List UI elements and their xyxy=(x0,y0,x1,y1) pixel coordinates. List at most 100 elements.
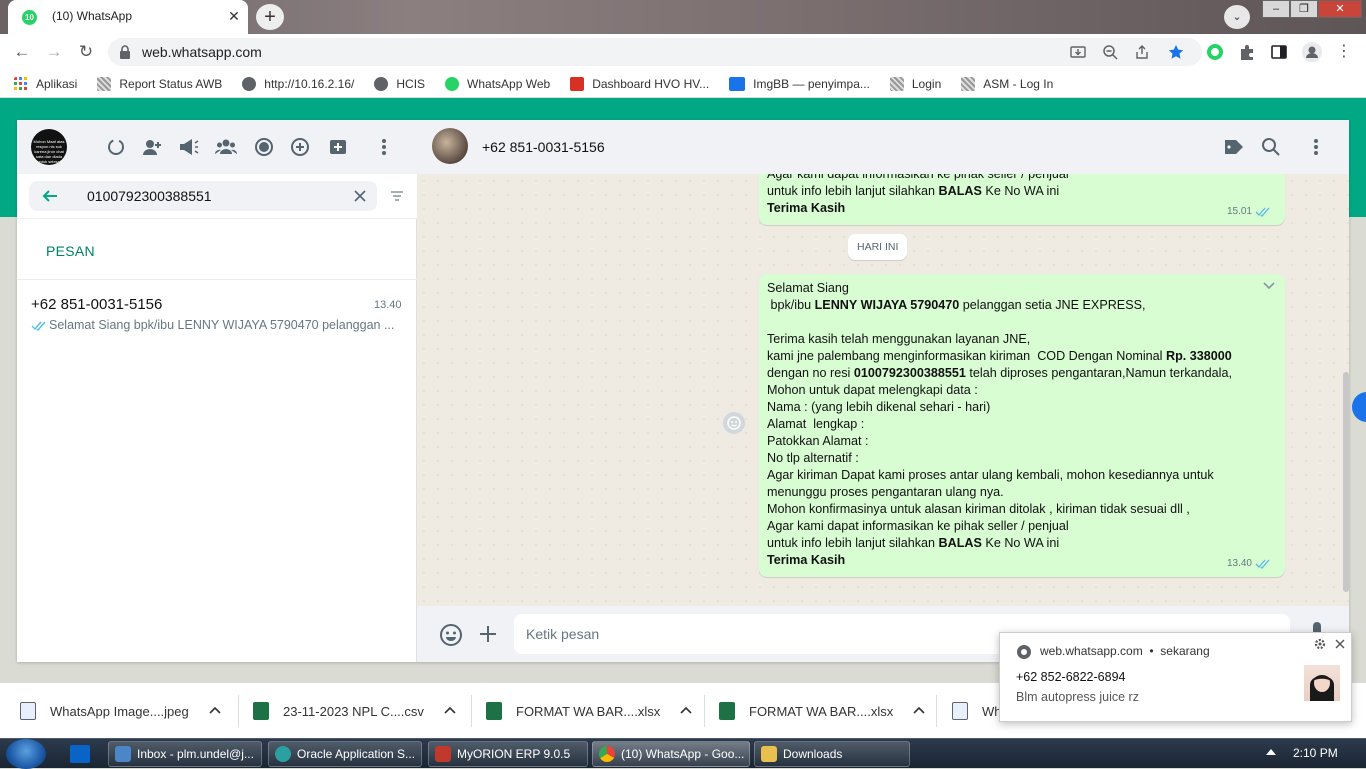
outgoing-message[interactable]: Selamat Siang bpk/ibu LENNY WIJAYA 57904… xyxy=(759,274,1285,577)
attach-plus-icon[interactable] xyxy=(479,625,497,643)
download-item[interactable]: WhatsApp Image....jpeg xyxy=(20,683,221,739)
bookmark-hcis[interactable]: HCIS xyxy=(374,76,425,91)
message-line: untuk info lebih lanjut silahkan BALAS K… xyxy=(767,184,1060,198)
apps-grid-icon xyxy=(14,76,27,90)
download-item[interactable]: 23-11-2023 NPL C....csv xyxy=(253,683,456,739)
add-contact-icon[interactable] xyxy=(141,136,163,158)
minimize-icon[interactable]: – xyxy=(1262,0,1290,18)
bookmark-ip-address[interactable]: http://10.16.2.16/ xyxy=(242,76,354,91)
chevron-up-icon[interactable] xyxy=(913,705,925,717)
chat-menu-icon[interactable] xyxy=(1305,136,1327,158)
browser-tab-strip: 10 (10) WhatsApp ✕ + ⌄ – ❐ ✕ xyxy=(0,0,1366,34)
outlook-pinned-icon[interactable] xyxy=(70,745,90,763)
bookmark-aplikasi[interactable]: Aplikasi xyxy=(14,76,77,91)
reload-icon[interactable]: ↻ xyxy=(76,42,96,62)
message-line: Mohon konfirmasinya untuk alasan kiriman… xyxy=(767,502,1190,516)
message-line: Selamat Siang xyxy=(767,281,849,295)
os-taskbar: Inbox - plm.undel@j... Oracle Applicatio… xyxy=(0,738,1366,769)
react-emoji-icon[interactable] xyxy=(723,412,745,434)
download-item[interactable]: FORMAT WA BAR....xlsx xyxy=(719,683,925,739)
broadcast-megaphone-icon[interactable] xyxy=(177,136,199,158)
taskbar-item-whatsapp-chrome[interactable]: (10) WhatsApp - Goo... xyxy=(592,741,750,767)
filter-icon[interactable] xyxy=(389,188,405,204)
search-value: 0100792300388551 xyxy=(87,188,212,204)
search-icon[interactable] xyxy=(1261,137,1281,157)
message-line: untuk info lebih lanjut silahkan BALAS K… xyxy=(767,536,1060,550)
taskbar-item-myorion[interactable]: MyORION ERP 9.0.5 xyxy=(428,741,588,767)
tab-search-chevron-icon[interactable]: ⌄ xyxy=(1224,5,1250,29)
contact-name[interactable]: +62 851-0031-5156 xyxy=(482,139,605,155)
result-contact-name: +62 851-0031-5156 xyxy=(31,296,163,313)
extensions-puzzle-icon[interactable] xyxy=(1238,43,1256,61)
browser-menu-icon[interactable]: ⋮ xyxy=(1334,42,1354,62)
bookmark-imgbb[interactable]: ImgBB — penyimpa... xyxy=(729,76,870,91)
image-file-icon xyxy=(20,702,36,720)
bookmark-whatsapp-web[interactable]: WhatsApp Web xyxy=(445,76,550,91)
contact-avatar[interactable] xyxy=(432,128,468,164)
taskbar-item-inbox[interactable]: Inbox - plm.undel@j... xyxy=(108,741,262,767)
message-line: Mohon untuk dapat melengkapi data : xyxy=(767,383,978,397)
chat-header[interactable]: +62 851-0031-5156 xyxy=(417,120,1349,174)
bookmark-star-icon[interactable] xyxy=(1168,44,1184,60)
whatsapp-extension-icon[interactable] xyxy=(1206,43,1224,61)
bookmark-login[interactable]: Login xyxy=(889,76,941,91)
taskbar-item-oracle[interactable]: Oracle Application S... xyxy=(268,741,422,767)
label-tag-icon[interactable] xyxy=(1223,136,1245,158)
chevron-up-icon[interactable] xyxy=(680,705,692,717)
communities-icon[interactable] xyxy=(215,136,237,158)
close-tab-icon[interactable]: ✕ xyxy=(226,8,242,24)
whatsapp-favicon-icon: 10 xyxy=(22,10,37,25)
bookmark-dashboard-hvo[interactable]: Dashboard HVO HV... xyxy=(570,76,709,91)
clear-search-icon[interactable] xyxy=(353,189,367,203)
sidebar-menu-icon[interactable] xyxy=(373,136,395,158)
chevron-up-icon[interactable] xyxy=(209,705,221,717)
download-item[interactable]: FORMAT WA BAR....xlsx xyxy=(486,683,692,739)
notification-settings-gear-icon[interactable] xyxy=(1314,638,1326,650)
install-app-icon[interactable] xyxy=(1070,44,1086,60)
share-icon[interactable] xyxy=(1134,44,1150,60)
message-line: menunggu proses pengantaran ulang nya. xyxy=(767,485,1004,499)
message-chevron-down-icon[interactable] xyxy=(1263,282,1275,290)
globe-icon xyxy=(374,76,389,91)
search-back-arrow-icon[interactable] xyxy=(41,187,59,205)
browser-tab-whatsapp[interactable]: 10 (10) WhatsApp ✕ xyxy=(8,0,248,34)
desktop-notification[interactable]: web.whatsapp.com • sekarang +62 852-6822… xyxy=(999,632,1352,722)
my-profile-avatar[interactable]: Mohon Maaf atas respon nis suk karena ji… xyxy=(31,129,67,165)
side-panel-icon[interactable] xyxy=(1270,43,1288,61)
whatsapp-app: Mohon Maaf atas respon nis suk karena ji… xyxy=(17,120,1349,662)
windows-start-icon[interactable] xyxy=(6,739,46,769)
message-line: Agar kiriman Dapat kami proses antar ula… xyxy=(767,468,1214,482)
excel-file-icon xyxy=(486,702,502,720)
maximize-icon[interactable]: ❐ xyxy=(1290,0,1318,18)
sidebar-header: Mohon Maaf atas respon nis suk karena ji… xyxy=(17,120,417,174)
message-line: Terima Kasih xyxy=(767,201,846,215)
emoji-icon[interactable] xyxy=(439,623,463,647)
back-arrow-icon[interactable]: ← xyxy=(12,42,32,62)
message-line: Patokkan Alamat : xyxy=(767,434,869,448)
page-scrollbar[interactable] xyxy=(1343,372,1349,592)
forward-arrow-icon[interactable]: → xyxy=(44,42,64,62)
notification-close-icon[interactable] xyxy=(1335,639,1345,649)
search-input[interactable]: 0100792300388551 xyxy=(29,181,377,211)
notification-sender-photo xyxy=(1304,665,1340,701)
profile-avatar-icon[interactable] xyxy=(1302,42,1322,62)
url-bar[interactable]: web.whatsapp.com xyxy=(108,38,1202,66)
bookmark-report-status-awb[interactable]: Report Status AWB xyxy=(97,76,222,91)
message-line: Terima Kasih xyxy=(767,553,846,567)
taskbar-item-downloads[interactable]: Downloads xyxy=(754,741,910,767)
chevron-up-icon[interactable] xyxy=(444,705,456,717)
new-chat-icon[interactable] xyxy=(327,136,349,158)
zoom-icon[interactable] xyxy=(1102,44,1118,60)
notification-title: +62 852-6822-6894 xyxy=(1016,670,1126,684)
show-hidden-icons-icon[interactable] xyxy=(1266,749,1276,755)
meta-ai-icon[interactable] xyxy=(289,136,311,158)
new-tab-button[interactable]: + xyxy=(256,4,284,30)
bookmark-asm-login[interactable]: ASM - Log In xyxy=(961,76,1053,91)
window-close-icon[interactable]: ✕ xyxy=(1318,0,1362,18)
search-result-item[interactable]: +62 851-0031-5156 13.40 Selamat Siang bp… xyxy=(17,282,417,340)
download-item[interactable]: Wh xyxy=(952,683,1002,739)
double-check-icon xyxy=(1255,207,1270,217)
status-icon[interactable] xyxy=(105,136,127,158)
system-clock[interactable]: 2:10 PM xyxy=(1293,746,1338,760)
channels-icon[interactable] xyxy=(253,136,275,158)
